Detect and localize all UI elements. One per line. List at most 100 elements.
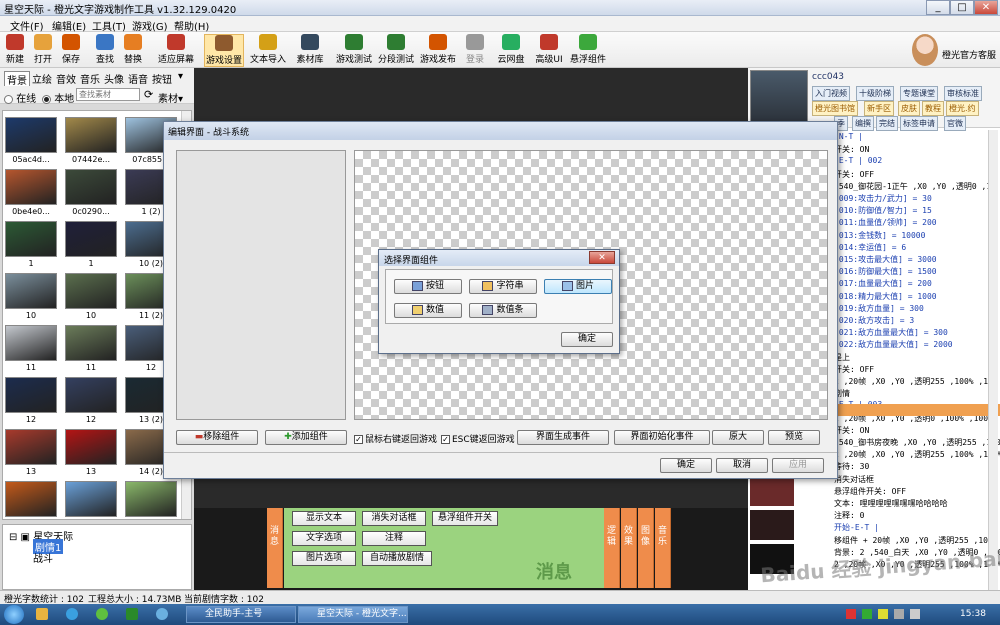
tag-review-standard[interactable]: 审核标准 bbox=[944, 86, 982, 101]
tab-button[interactable]: 按钮 bbox=[152, 71, 172, 86]
tab-avatar[interactable]: 头像 bbox=[104, 71, 124, 86]
code-line[interactable]: -N-T | bbox=[834, 132, 863, 141]
code-line[interactable]: 开关: ON bbox=[834, 144, 869, 155]
network-icon[interactable] bbox=[894, 609, 904, 619]
dialog-cancel-button[interactable]: 取消 bbox=[716, 458, 768, 473]
maximize-button[interactable]: □ bbox=[950, 0, 974, 15]
menu-file[interactable]: 文件(F) bbox=[10, 18, 44, 33]
code-line[interactable]: ,540_御书房夜晚 ,X0 ,Y0 ,透明255 ,100% bbox=[834, 437, 1000, 448]
option-image[interactable]: 图片 bbox=[544, 279, 612, 294]
find-button[interactable]: 查找 bbox=[94, 34, 116, 65]
option-value-bar[interactable]: 数值条 bbox=[469, 303, 537, 318]
hide-dialog-button[interactable]: 消失对话框 bbox=[362, 511, 426, 526]
asset-thumbnail[interactable] bbox=[65, 169, 117, 205]
close-button[interactable]: ✕ bbox=[974, 0, 998, 15]
code-line[interactable]: -E-T | 002 bbox=[834, 156, 882, 165]
dialog-apply-button[interactable]: 应用 bbox=[772, 458, 824, 473]
fit-screen-button[interactable]: 适应屏幕 bbox=[156, 34, 196, 65]
preview-button[interactable]: 预览 bbox=[768, 430, 820, 445]
asset-thumbnail[interactable] bbox=[65, 325, 117, 361]
browser-icon[interactable] bbox=[66, 608, 78, 620]
autoplay-button[interactable]: 自动播放剧情 bbox=[362, 551, 432, 566]
tag-tutorial[interactable]: 教程 bbox=[922, 101, 944, 116]
tab-message[interactable]: 消息 bbox=[267, 508, 283, 588]
tray-icon[interactable] bbox=[878, 609, 888, 619]
tag-special-class[interactable]: 专题课堂 bbox=[900, 86, 938, 101]
tab-music[interactable]: 音乐 bbox=[655, 508, 671, 588]
image-option-button[interactable]: 图片选项 bbox=[292, 551, 356, 566]
code-line[interactable]: [016:防御最大值] = 1500 bbox=[834, 266, 937, 277]
menu-edit[interactable]: 编辑(E) bbox=[52, 18, 86, 33]
code-line[interactable]: 文本: 哩哩哩哩嘿嘿嘿哈哈哈哈 bbox=[834, 498, 948, 509]
code-line[interactable]: 开关: ON bbox=[834, 425, 869, 436]
init-event-button[interactable]: 界面初始化事件 bbox=[614, 430, 710, 445]
code-line[interactable]: 开关: OFF bbox=[834, 169, 874, 180]
tab-portrait[interactable]: 立绘 bbox=[32, 71, 52, 86]
add-component-button[interactable]: ✚添加组件 bbox=[265, 430, 347, 445]
segment-test-button[interactable]: 分段测试 bbox=[376, 34, 416, 65]
code-line[interactable]: [019:敌方血量] = 300 bbox=[834, 303, 924, 314]
code-line[interactable]: 开关: OFF bbox=[834, 364, 874, 375]
remove-component-button[interactable]: ▬移除组件 bbox=[176, 430, 258, 445]
save-button[interactable]: 保存 bbox=[60, 34, 82, 65]
user-name[interactable]: ccc043 bbox=[812, 72, 844, 82]
asset-thumbnail[interactable] bbox=[65, 377, 117, 413]
asset-thumbnail[interactable] bbox=[5, 117, 57, 153]
app-icon[interactable] bbox=[126, 608, 138, 620]
code-line[interactable]: [011:血量值/领帅] = 200 bbox=[834, 217, 937, 228]
app-icon[interactable] bbox=[96, 608, 108, 620]
asset-thumbnail[interactable] bbox=[5, 221, 57, 257]
code-line[interactable]: 注释: 0 bbox=[834, 510, 864, 521]
option-value[interactable]: 数值 bbox=[394, 303, 462, 318]
menu-game[interactable]: 游戏(G) bbox=[132, 18, 168, 33]
option-string[interactable]: 字符串 bbox=[469, 279, 537, 294]
menu-tools[interactable]: 工具(T) bbox=[92, 18, 126, 33]
code-line[interactable]: [021:敌方血量最大值] = 300 bbox=[834, 327, 948, 338]
asset-thumbnail[interactable] bbox=[5, 377, 57, 413]
tag-compile[interactable]: 编撰 bbox=[852, 116, 874, 131]
tag-intro-video[interactable]: 入门视频 bbox=[812, 86, 850, 101]
tab-logic[interactable]: 逻辑 bbox=[604, 508, 620, 588]
tab-music[interactable]: 音乐 bbox=[80, 71, 100, 86]
start-button[interactable] bbox=[4, 605, 24, 624]
menu-help[interactable]: 帮助(H) bbox=[174, 18, 209, 33]
code-line[interactable]: 悬浮组件开关: OFF bbox=[834, 486, 906, 497]
replace-button[interactable]: 替换 bbox=[122, 34, 144, 65]
code-line[interactable]: 消失对话框 bbox=[834, 474, 874, 485]
tab-sound[interactable]: 音效 bbox=[56, 71, 76, 86]
tab-image[interactable]: 图像 bbox=[638, 508, 654, 588]
asset-thumbnail[interactable] bbox=[5, 169, 57, 205]
game-settings-button[interactable]: 游戏设置 bbox=[204, 34, 244, 67]
taskbar-item[interactable]: 全民助手-主号 bbox=[186, 606, 296, 623]
tag-apply[interactable]: 标签申请 bbox=[900, 116, 938, 131]
code-line[interactable]: [022:敌方血量最大值] = 2000 bbox=[834, 339, 953, 350]
code-line[interactable]: [020:敌方攻击] = 3 bbox=[834, 315, 914, 326]
selector-ok-button[interactable]: 确定 bbox=[561, 332, 613, 347]
new-button[interactable]: 新建 bbox=[4, 34, 26, 65]
tag-weibo[interactable]: 官微 bbox=[944, 116, 966, 131]
tag-finished[interactable]: 完结 bbox=[876, 116, 898, 131]
open-button[interactable]: 打开 bbox=[32, 34, 54, 65]
tag-ten-levels[interactable]: 十级阶梯 bbox=[856, 86, 894, 101]
brand-label[interactable]: 橙光官方客服 bbox=[942, 48, 996, 61]
code-line[interactable]: 2 ,20帧 ,X0 ,Y0 ,透明255 ,100% ,100 bbox=[834, 376, 998, 387]
minimize-button[interactable]: _ bbox=[926, 0, 950, 15]
right-scrollbar[interactable] bbox=[988, 130, 998, 590]
tag-skin[interactable]: 皮肤 bbox=[898, 101, 920, 116]
tag-library[interactable]: 橙光图书馆 bbox=[812, 101, 858, 116]
code-line[interactable]: 等待: 30 bbox=[834, 461, 869, 472]
tree-item[interactable]: 战斗 bbox=[33, 550, 53, 565]
asset-thumbnail[interactable] bbox=[5, 429, 57, 465]
tag-date[interactable]: 橙光.约 bbox=[946, 101, 979, 116]
esc-return-checkbox[interactable]: ✓ ESC键返回游戏 bbox=[441, 432, 515, 445]
asset-thumbnail[interactable] bbox=[65, 481, 117, 517]
asset-thumbnail[interactable] bbox=[5, 325, 57, 361]
original-size-button[interactable]: 原大 bbox=[712, 430, 764, 445]
text-import-button[interactable]: 文本导入 bbox=[248, 34, 288, 65]
option-button[interactable]: 按钮 bbox=[394, 279, 462, 294]
component-list[interactable] bbox=[176, 150, 346, 420]
code-line[interactable]: [013:金钱数] = 10000 bbox=[834, 230, 925, 241]
asset-thumbnail[interactable] bbox=[5, 481, 57, 517]
code-line[interactable]: [015:攻击最大值] = 3000 bbox=[834, 254, 937, 265]
dialog-ok-button[interactable]: 确定 bbox=[660, 458, 712, 473]
